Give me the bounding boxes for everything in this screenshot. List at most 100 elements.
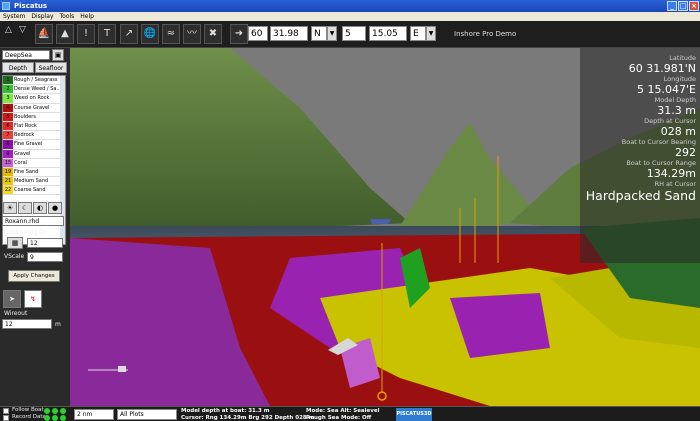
legend-row[interactable]: 21 Medium Sand xyxy=(3,177,65,187)
wireout-field[interactable]: 12 xyxy=(2,319,52,329)
legend-swatch: 21 xyxy=(3,177,13,186)
waves-button[interactable]: 〰 xyxy=(183,24,201,44)
triangle-up-icon[interactable]: △ xyxy=(5,25,12,35)
spectrum-button[interactable]: ▲ xyxy=(56,24,74,44)
legend-row[interactable]: 8 Fine Gravel xyxy=(3,140,65,150)
fish-icon[interactable]: ➤ xyxy=(3,290,21,308)
legend-row[interactable]: 2 Dense Weed / Sa... xyxy=(3,85,65,95)
apply-changes-button[interactable]: Apply Changes xyxy=(8,270,60,282)
fish-marker-head xyxy=(118,366,126,372)
legend-swatch: 4 xyxy=(3,103,13,112)
3d-seafloor-view[interactable]: Latitude 60 31.981'N Longitude 5 15.047'… xyxy=(70,48,700,406)
legend-swatch: 15 xyxy=(3,158,13,167)
chevron-down-icon[interactable]: ▼ xyxy=(426,26,436,41)
boat-view-button[interactable]: ⛵ xyxy=(35,24,53,44)
marker-button[interactable]: ! xyxy=(77,24,95,44)
track-button[interactable]: ↗ xyxy=(120,24,138,44)
delete-marks-button[interactable]: ✖ xyxy=(204,24,222,44)
depth-cursor-label: Depth at Cursor xyxy=(644,117,696,125)
vscale-field[interactable]: 9 xyxy=(27,252,63,262)
status-led xyxy=(60,408,66,414)
chevron-down-icon[interactable]: ▼ xyxy=(327,26,337,41)
follow-boat-checkbox[interactable] xyxy=(3,408,9,414)
wireout-label: Wireout xyxy=(4,310,28,317)
window-title: Piscatus xyxy=(14,2,48,10)
legend-row[interactable]: 6 Flat Rock xyxy=(3,121,65,132)
status-led xyxy=(52,408,58,414)
longitude-label: Longitude xyxy=(663,75,696,83)
menu-bar: System Display Tools Help xyxy=(0,12,700,21)
legend-row[interactable]: 7 Bedrock xyxy=(3,131,65,141)
menu-system[interactable]: System xyxy=(3,12,25,21)
save-icon[interactable]: ▣ xyxy=(52,49,64,61)
menu-display[interactable]: Display xyxy=(31,12,53,21)
toolbar: △ ▽ ⛵ ▲ ! T ↗ 🌐 ≈ 〰 ✖ ➜ 60 31.98 N ▼ 5 1… xyxy=(0,21,700,48)
file-select[interactable]: Roxann.rhd xyxy=(2,216,64,226)
depth-cursor-value: 028 m xyxy=(660,125,696,138)
plots-select[interactable]: All Plots xyxy=(117,409,177,420)
goto-arrow-icon[interactable]: ➜ xyxy=(230,24,248,44)
legend-swatch: 22 xyxy=(3,186,13,195)
lon-hemisphere-select[interactable]: E xyxy=(410,26,426,41)
latitude-label: Latitude xyxy=(669,54,696,62)
contour-value-field[interactable]: 12 xyxy=(27,238,63,248)
globe-button[interactable]: 🌐 xyxy=(141,24,159,44)
graph-icon[interactable]: ↯ xyxy=(24,290,42,308)
legend-label: Coral xyxy=(14,159,28,166)
rh-label: RH at Cursor xyxy=(654,180,696,188)
legend-row[interactable]: 5 Boulders xyxy=(3,112,65,122)
dusk-icon[interactable]: ◐ xyxy=(33,202,47,214)
range-select[interactable]: 2 nm xyxy=(74,409,114,420)
status-led xyxy=(44,415,50,421)
palette-icon[interactable]: ▦ xyxy=(7,237,23,249)
status-bar: Follow Boat Record Data 2 nm All Plots M… xyxy=(0,406,700,421)
legend-label: Boulders xyxy=(14,113,36,120)
range-value: 134.29m xyxy=(646,167,696,180)
rough-sea-info: Rough Sea Mode: Off xyxy=(306,414,372,421)
rh-value: Hardpacked Sand xyxy=(585,188,696,203)
legend-swatch: 2 xyxy=(3,85,13,94)
range-label: Boat to Cursor Range xyxy=(626,159,696,167)
bearing-value: 292 xyxy=(675,146,696,159)
legend-row[interactable]: 1 Rough / Seagrass xyxy=(3,76,65,86)
tab-seafloor[interactable]: Seafloor xyxy=(35,62,67,73)
app-window: Piscatus _ □ × System Display Tools Help… xyxy=(0,0,700,421)
legend-label: Coarse Sand xyxy=(14,187,46,194)
legend-swatch: 19 xyxy=(3,167,13,177)
night-icon[interactable]: ● xyxy=(48,202,62,214)
lon-minutes-field[interactable]: 15.05 xyxy=(369,26,407,41)
lat-hemisphere-select[interactable]: N xyxy=(311,26,327,41)
tab-depth[interactable]: Depth xyxy=(2,62,34,73)
legend-row[interactable]: 19 Fine Sand xyxy=(3,167,65,178)
lon-degrees-field[interactable]: 5 xyxy=(342,26,366,41)
left-panel: DeepSea ▣ Depth Seafloor 1 Rough / Seagra… xyxy=(0,48,70,406)
legend-row[interactable]: 3 Weed on Rock xyxy=(3,94,65,104)
menu-tools[interactable]: Tools xyxy=(60,12,75,21)
longitude-value: 5 15.047'E xyxy=(637,83,696,96)
record-data-checkbox[interactable] xyxy=(3,415,9,421)
legend-row[interactable]: 9 Gravel xyxy=(3,149,65,159)
legend-row[interactable]: 22 Coarse Sand xyxy=(3,186,65,196)
sonar-button[interactable]: ≈ xyxy=(162,24,180,44)
palette-select[interactable]: DeepSea xyxy=(2,50,50,60)
triangle-down-icon[interactable]: ▽ xyxy=(19,25,26,35)
close-button[interactable]: × xyxy=(689,1,699,11)
legend-swatch: 5 xyxy=(3,112,13,121)
legend-label: Flat Rock xyxy=(14,123,37,130)
legend-swatch: 1 xyxy=(3,76,13,85)
status-led xyxy=(60,415,66,421)
sun-icon[interactable]: ☀ xyxy=(3,202,17,214)
minimize-button[interactable]: _ xyxy=(667,1,677,11)
text-button[interactable]: T xyxy=(98,24,116,44)
legend-row[interactable]: 15 Coral xyxy=(3,158,65,168)
legend-row[interactable]: 4 Course Gravel xyxy=(3,103,65,113)
status-led xyxy=(52,415,58,421)
menu-help[interactable]: Help xyxy=(80,12,94,21)
lat-degrees-field[interactable]: 60 xyxy=(248,26,268,41)
vscale-label: VScale xyxy=(4,253,25,260)
legend-swatch: 9 xyxy=(3,149,13,158)
maximize-button[interactable]: □ xyxy=(678,1,688,11)
lat-minutes-field[interactable]: 31.98 xyxy=(270,26,308,41)
wireout-unit: m xyxy=(55,321,61,328)
moon-icon[interactable]: ☾ xyxy=(18,202,32,214)
